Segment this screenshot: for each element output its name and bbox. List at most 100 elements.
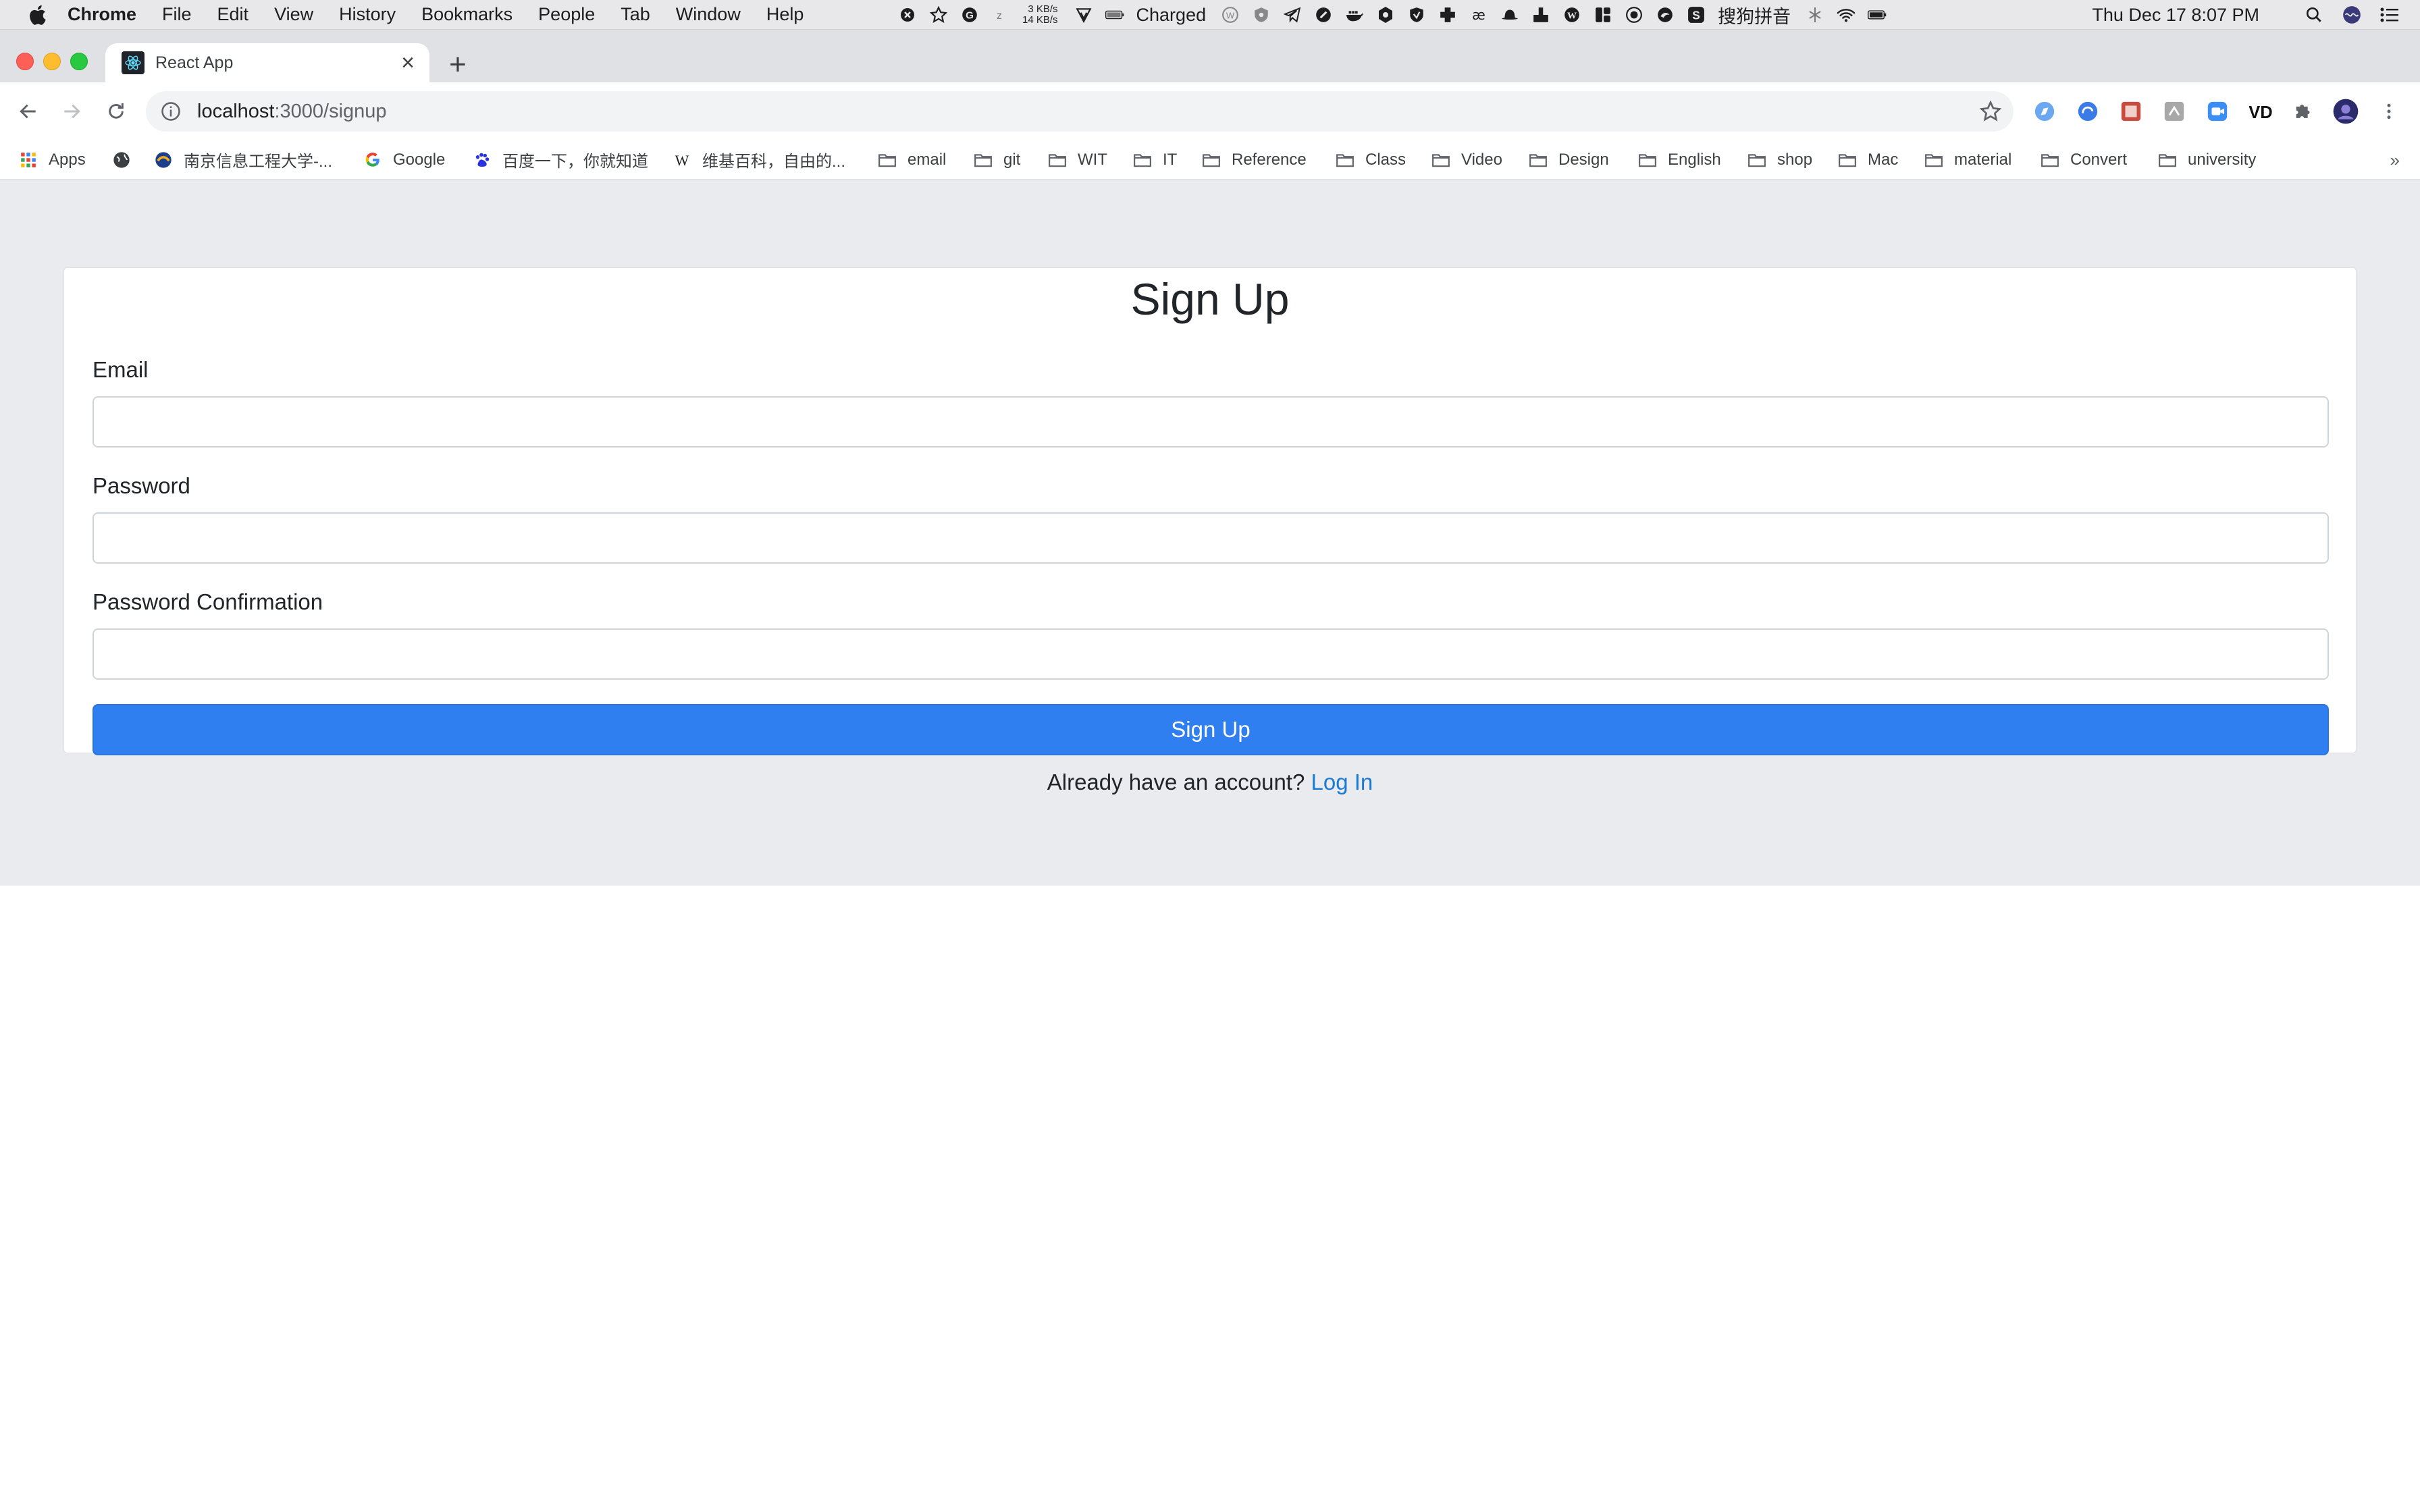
extension-2-button[interactable]: [2073, 97, 2103, 126]
grammarly-status-icon[interactable]: G: [960, 5, 979, 24]
wordpress-status-icon[interactable]: W: [1562, 5, 1581, 24]
forward-button[interactable]: [57, 97, 86, 126]
extension-1-button[interactable]: [2030, 97, 2059, 126]
bookmark-apps[interactable]: Apps: [19, 151, 86, 169]
grid-layout-status-icon[interactable]: [1594, 5, 1612, 24]
bookmark-folder-wit[interactable]: WIT: [1048, 151, 1107, 169]
notification-center-icon[interactable]: [2379, 5, 2400, 25]
extension-circle-arrow-icon: [2078, 101, 2098, 122]
bookmark-folder-git[interactable]: git: [974, 151, 1020, 169]
extension-4-button[interactable]: [2159, 97, 2189, 126]
window-zoom-button[interactable]: [70, 53, 88, 70]
w-circle-status-icon[interactable]: W: [1221, 5, 1240, 24]
bookmark-globe[interactable]: [112, 151, 142, 169]
hexagon-status-icon[interactable]: [1376, 5, 1395, 24]
hat-status-icon[interactable]: [1500, 5, 1519, 24]
bookmark-folder-class[interactable]: Class: [1336, 151, 1406, 169]
menu-people[interactable]: People: [538, 4, 595, 25]
bookmark-label: Reference: [1232, 150, 1307, 169]
vpn-status-icon[interactable]: [1074, 5, 1093, 24]
reload-button[interactable]: [101, 97, 131, 126]
upload-tray-status-icon[interactable]: [1531, 5, 1550, 24]
menu-edit[interactable]: Edit: [217, 4, 249, 25]
battery-full-icon[interactable]: [1868, 5, 1887, 24]
menu-bookmarks[interactable]: Bookmarks: [421, 4, 512, 25]
bookmark-folder-english[interactable]: English: [1638, 151, 1721, 169]
tab-close-icon[interactable]: ×: [396, 50, 420, 76]
bookmark-folder-shop[interactable]: shop: [1747, 151, 1812, 169]
menubar-clock[interactable]: Thu Dec 17 8:07 PM: [2092, 5, 2259, 26]
menu-view[interactable]: View: [274, 4, 313, 25]
status-icons-left: G z 3 KB/s 14 KB/s Charged W æ W S 搜狗拼音: [898, 0, 1899, 30]
wifi-icon[interactable]: [1837, 5, 1856, 24]
chrome-menu-button[interactable]: [2374, 97, 2404, 126]
bookmark-wikipedia[interactable]: W 维基百科，自由的...: [673, 148, 845, 171]
kebab-menu-icon: [2387, 103, 2391, 119]
menu-tab[interactable]: Tab: [621, 4, 650, 25]
menu-help[interactable]: Help: [766, 4, 804, 25]
bookmark-folder-email[interactable]: email: [878, 151, 946, 169]
extensions-menu-button[interactable]: [2289, 97, 2319, 126]
shield-check-status-icon[interactable]: [1407, 5, 1426, 24]
extension-3-button[interactable]: [2116, 97, 2146, 126]
star-status-icon[interactable]: [929, 5, 948, 24]
browser-tab-strip: React App × +: [0, 30, 2420, 82]
bookmark-folder-mac[interactable]: Mac: [1838, 151, 1898, 169]
bookmark-folder-it[interactable]: IT: [1133, 151, 1177, 169]
back-button[interactable]: [14, 97, 43, 126]
sogou-status-icon[interactable]: S: [1687, 5, 1706, 24]
menu-history[interactable]: History: [339, 4, 396, 25]
extension-5-button[interactable]: [2203, 97, 2232, 126]
network-link-status-icon[interactable]: [1806, 5, 1824, 24]
new-tab-button[interactable]: +: [443, 50, 473, 80]
address-url[interactable]: localhost:3000/signup: [197, 101, 387, 123]
bookmark-star-icon[interactable]: [1980, 101, 2001, 122]
bookmark-folder-material[interactable]: material: [1924, 151, 2011, 169]
extension-red-square-icon: [2121, 101, 2141, 122]
battery-icon[interactable]: [1105, 5, 1124, 24]
siri-icon[interactable]: [2342, 5, 2362, 25]
menu-window[interactable]: Window: [676, 4, 741, 25]
sleep-status-icon[interactable]: z: [991, 5, 1010, 24]
bookmark-folder-video[interactable]: Video: [1431, 151, 1502, 169]
bookmark-google[interactable]: Google: [363, 151, 445, 169]
profile-avatar-button[interactable]: [2331, 97, 2361, 126]
ime-label[interactable]: 搜狗拼音: [1718, 2, 1791, 28]
aperture-status-icon[interactable]: [1625, 5, 1643, 24]
bookmark-label: IT: [1163, 150, 1178, 169]
ae-status-icon[interactable]: æ: [1469, 5, 1488, 24]
window-close-button[interactable]: [16, 53, 34, 70]
google-icon: [363, 151, 382, 169]
bookmark-folder-university[interactable]: university: [2158, 151, 2256, 169]
window-minimize-button[interactable]: [43, 53, 61, 70]
paint-status-icon[interactable]: [1314, 5, 1333, 24]
close-circle-status-icon[interactable]: [898, 5, 917, 24]
address-bar[interactable]: localhost:3000/signup: [146, 91, 2014, 132]
email-field[interactable]: [93, 396, 2329, 448]
bookmarks-overflow-chevron[interactable]: »: [2390, 150, 2400, 171]
bookmark-folder-reference[interactable]: Reference: [1202, 151, 1307, 169]
menu-file[interactable]: File: [162, 4, 192, 25]
password-field[interactable]: [93, 512, 2329, 564]
login-link[interactable]: Log In: [1311, 770, 1373, 794]
bookmark-nuist[interactable]: 南京信息工程大学-...: [154, 148, 332, 171]
bookmark-baidu[interactable]: 百度一下，你就知道: [473, 148, 648, 171]
signup-submit-button[interactable]: Sign Up: [93, 704, 2329, 755]
bird-status-icon[interactable]: [1656, 5, 1675, 24]
bookmark-folder-convert[interactable]: Convert: [2041, 151, 2127, 169]
shield-status-icon[interactable]: [1252, 5, 1271, 24]
spotlight-search-icon[interactable]: [2304, 5, 2324, 25]
network-speed: 3 KB/s 14 KB/s: [1022, 4, 1058, 26]
password-confirmation-field[interactable]: [93, 628, 2329, 680]
plus-cross-status-icon[interactable]: [1438, 5, 1457, 24]
apple-menu-icon[interactable]: [27, 4, 47, 26]
docker-status-icon[interactable]: [1345, 5, 1364, 24]
menu-app-name[interactable]: Chrome: [68, 4, 136, 25]
extension-6-button[interactable]: VD: [2246, 97, 2276, 126]
telegram-status-icon[interactable]: [1283, 5, 1302, 24]
bookmark-folder-design[interactable]: Design: [1529, 151, 1609, 169]
bookmark-label: Google: [393, 150, 446, 169]
browser-tab-active[interactable]: React App ×: [105, 43, 429, 82]
site-info-icon[interactable]: [161, 101, 181, 122]
folder-icon: [1336, 151, 1354, 169]
